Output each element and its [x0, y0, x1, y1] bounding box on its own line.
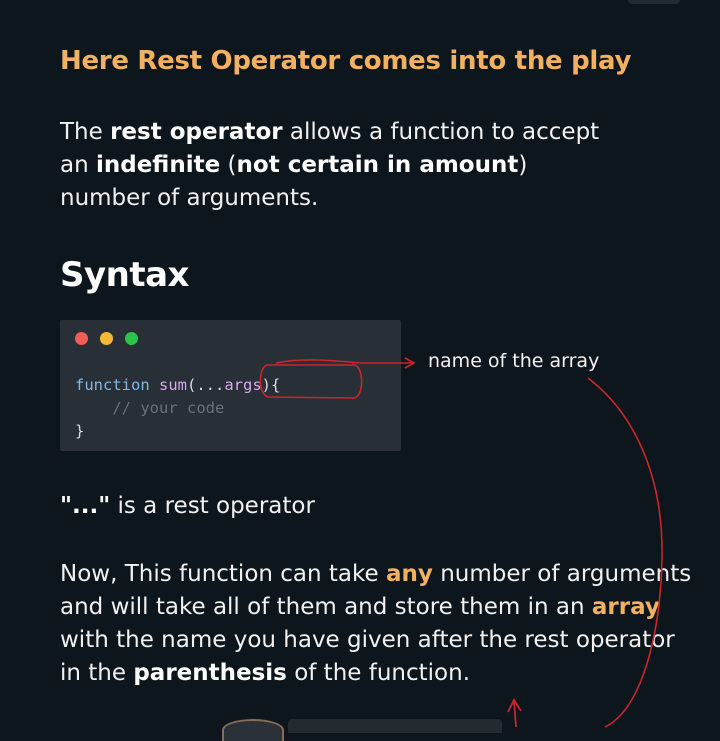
explanation-text-1: Now, This function can take	[60, 561, 386, 587]
explanation-text-4: of the function.	[286, 660, 471, 686]
code-param: args	[224, 376, 262, 394]
bottom-bar	[288, 719, 502, 733]
explanation-bold-parenthesis: parenthesis	[133, 660, 287, 686]
window-maximize-dot	[125, 332, 138, 345]
intro-bold-indefinite: indefinite	[95, 152, 221, 178]
intro-paragraph: The rest operator allows a function to a…	[60, 116, 620, 215]
arrow-up-icon	[507, 698, 522, 728]
intro-text-3: (	[220, 152, 237, 178]
code-block: function sum(...args){ // your code }	[75, 374, 280, 443]
code-window: function sum(...args){ // your code }	[60, 320, 401, 451]
code-open-paren: (...	[187, 376, 225, 394]
page-heading: Here Rest Operator comes into the play	[60, 46, 632, 76]
window-minimize-dot	[100, 332, 113, 345]
rest-note-dots: "..."	[60, 493, 111, 519]
avatar	[222, 719, 284, 741]
code-keyword: function	[75, 376, 150, 394]
intro-bold-rest-operator: rest operator	[110, 119, 283, 145]
code-close-paren: ){	[261, 376, 281, 394]
intro-text-1: The	[60, 119, 111, 145]
explanation-paragraph: Now, This function can take any number o…	[60, 558, 700, 690]
explanation-highlight-array: array	[591, 594, 660, 620]
arrow-right-icon	[404, 357, 416, 369]
top-tab	[628, 0, 680, 4]
code-comment: // your code	[112, 399, 225, 417]
syntax-heading: Syntax	[60, 255, 189, 295]
code-function-name: sum	[159, 376, 187, 394]
rest-note: "..." is a rest operator	[60, 490, 680, 523]
rest-note-text: is a rest operator	[110, 493, 315, 519]
code-end-brace: }	[75, 422, 85, 440]
intro-bold-not-certain: not certain in amount	[236, 152, 519, 178]
annotation-label: name of the array	[428, 350, 600, 372]
window-close-dot	[75, 332, 88, 345]
explanation-highlight-any: any	[386, 561, 433, 587]
